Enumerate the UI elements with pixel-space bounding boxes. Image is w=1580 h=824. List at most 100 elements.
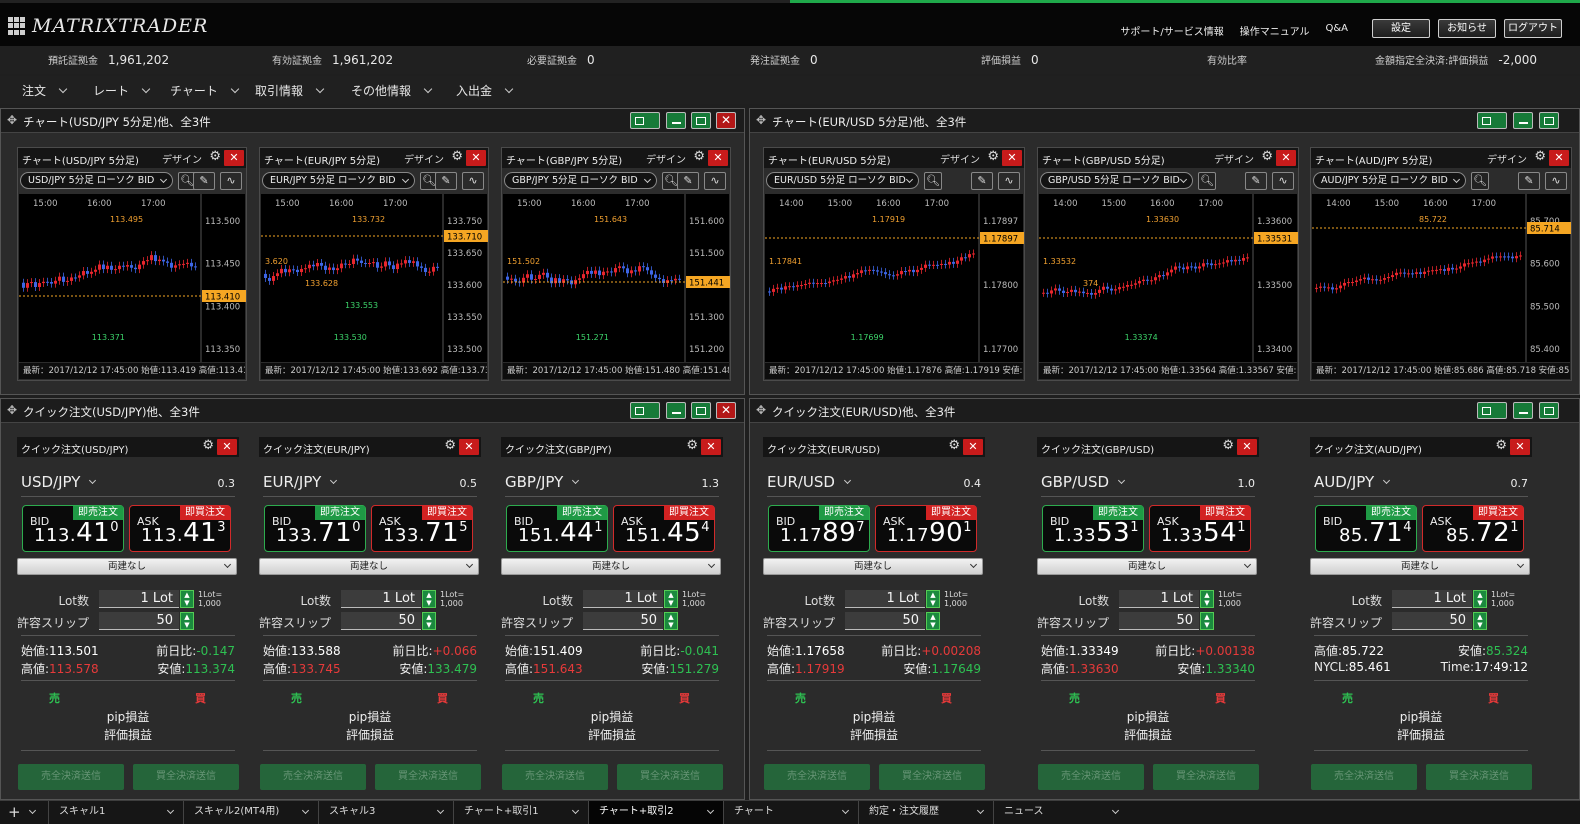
link-qa[interactable]: Q&A bbox=[1325, 23, 1348, 38]
section-header[interactable]: ✥ クイック注文(EUR/USD)他、全3件 bbox=[750, 399, 1579, 423]
symbol-select[interactable]: USD/JPY 5分足 ローソク BID bbox=[20, 172, 173, 189]
zoom-icon[interactable]: 🔍︎ bbox=[1198, 172, 1216, 190]
layout-dropdown-button[interactable] bbox=[1477, 112, 1507, 129]
gear-icon[interactable]: ⚙ bbox=[209, 149, 221, 164]
close-panel-button[interactable]: ✕ bbox=[459, 439, 479, 455]
pen-icon[interactable]: ✎ bbox=[1245, 172, 1267, 190]
candlestick-chart[interactable]: 14:0015:0016:0017:0085.70085.60085.50085… bbox=[1312, 194, 1571, 362]
link-manual[interactable]: 操作マニュアル bbox=[1240, 23, 1310, 38]
candlestick-chart[interactable]: 14:00 15:00 16:00 17:00 1.33600 1.33500 1.3340… bbox=[1039, 194, 1298, 362]
workspace-tab[interactable]: チャート+取引1 bbox=[453, 801, 588, 824]
maximize-button[interactable] bbox=[1539, 112, 1559, 129]
move-handle-icon[interactable]: ✥ bbox=[756, 114, 769, 127]
slippage-stepper[interactable]: ▲ ▼ bbox=[664, 612, 678, 630]
link-support[interactable]: サポート/サービス情報 bbox=[1120, 23, 1223, 38]
slippage-input[interactable]: 50 bbox=[1392, 612, 1472, 630]
close-all-buy-button[interactable]: 買全決済送信 bbox=[133, 764, 239, 790]
pen-icon[interactable]: ✎ bbox=[971, 172, 993, 190]
maximize-button[interactable] bbox=[1539, 402, 1559, 419]
hedge-select[interactable]: 両建なし bbox=[763, 558, 983, 575]
close-all-sell-button[interactable]: 売全決済送信 bbox=[1038, 764, 1144, 790]
pair-select[interactable]: USD/JPY bbox=[21, 473, 97, 491]
symbol-select[interactable]: GBP/USD 5分足 ローソク BID bbox=[1040, 172, 1193, 189]
pen-icon[interactable]: ✎ bbox=[435, 172, 457, 190]
pair-select[interactable]: EUR/USD bbox=[767, 473, 852, 491]
workspace-tab[interactable]: チャート bbox=[723, 801, 858, 824]
slippage-input[interactable]: 50 bbox=[583, 612, 663, 630]
gear-icon[interactable]: ⚙ bbox=[948, 438, 960, 453]
close-panel-button[interactable]: ✕ bbox=[224, 150, 244, 166]
minimize-button[interactable] bbox=[1513, 402, 1533, 419]
slippage-stepper[interactable]: ▲ ▼ bbox=[1200, 612, 1214, 630]
close-all-sell-button[interactable]: 売全決済送信 bbox=[1311, 764, 1417, 790]
lot-input[interactable]: 1 Lot bbox=[1392, 590, 1472, 608]
ask-buy-button[interactable]: ASK 即買注文 1.17901 bbox=[875, 505, 977, 552]
lot-input[interactable]: 1 Lot bbox=[845, 590, 925, 608]
workspace-tab[interactable]: 約定・注文履歴 bbox=[858, 801, 993, 824]
indicator-icon[interactable]: ∿ bbox=[998, 172, 1020, 190]
hedge-select[interactable]: 両建なし bbox=[501, 558, 721, 575]
candlestick-chart[interactable]: 15:00 16:00 17:00 113.500 113.450 113.400 113.… bbox=[19, 194, 246, 362]
close-all-buy-button[interactable]: 買全決済送信 bbox=[879, 764, 985, 790]
move-handle-icon[interactable]: ✥ bbox=[756, 404, 769, 417]
symbol-select[interactable]: AUD/JPY 5分足 ローソク BID bbox=[1313, 172, 1466, 189]
symbol-select[interactable]: GBP/JPY 5分足 ローソク BID bbox=[504, 172, 657, 189]
minimize-button[interactable] bbox=[666, 112, 686, 129]
lot-input[interactable]: 1 Lot bbox=[341, 590, 421, 608]
bid-sell-button[interactable]: BID 即売注文 113.410 bbox=[22, 505, 124, 552]
minimize-button[interactable] bbox=[666, 402, 686, 419]
pair-select[interactable]: GBP/JPY bbox=[505, 473, 580, 491]
menu-item[interactable]: 入出金 bbox=[456, 82, 514, 99]
lot-stepper[interactable]: ▲ ▼ bbox=[422, 590, 436, 608]
slippage-input[interactable]: 50 bbox=[1119, 612, 1199, 630]
menu-item[interactable]: その他情報 bbox=[351, 82, 433, 99]
settings-button[interactable]: 設定 bbox=[1372, 19, 1430, 38]
design-link[interactable]: デザイン bbox=[162, 151, 202, 166]
lot-input[interactable]: 1 Lot bbox=[583, 590, 663, 608]
indicator-icon[interactable]: ∿ bbox=[1545, 172, 1567, 190]
symbol-select[interactable]: EUR/JPY 5分足 ローソク BID bbox=[262, 172, 415, 189]
move-handle-icon[interactable]: ✥ bbox=[7, 404, 20, 417]
close-all-buy-button[interactable]: 買全決済送信 bbox=[617, 764, 723, 790]
close-all-sell-button[interactable]: 売全決済送信 bbox=[764, 764, 870, 790]
workspace-tab[interactable]: スキャル1 bbox=[48, 801, 183, 824]
close-all-sell-button[interactable]: 売全決済送信 bbox=[502, 764, 608, 790]
gear-icon[interactable]: ⚙ bbox=[1534, 149, 1546, 164]
close-all-buy-button[interactable]: 買全決済送信 bbox=[1426, 764, 1532, 790]
gear-icon[interactable]: ⚙ bbox=[202, 438, 214, 453]
pair-select[interactable]: EUR/JPY bbox=[263, 473, 338, 491]
design-link[interactable]: デザイン bbox=[646, 151, 686, 166]
close-section-button[interactable]: ✕ bbox=[716, 402, 736, 419]
bid-sell-button[interactable]: BID 即売注文 1.17897 bbox=[768, 505, 870, 552]
layout-dropdown-button[interactable] bbox=[630, 402, 660, 419]
lot-stepper[interactable]: ▲ ▼ bbox=[664, 590, 678, 608]
minimize-button[interactable] bbox=[1513, 112, 1533, 129]
ask-buy-button[interactable]: ASK 即買注文 85.721 bbox=[1422, 505, 1524, 552]
pen-icon[interactable]: ✎ bbox=[677, 172, 699, 190]
workspace-tab[interactable]: スキャル3 bbox=[318, 801, 453, 824]
chevron-down-icon[interactable] bbox=[28, 806, 37, 815]
lot-stepper[interactable]: ▲ ▼ bbox=[1200, 590, 1214, 608]
design-link[interactable]: デザイン bbox=[404, 151, 444, 166]
close-all-sell-button[interactable]: 売全決済送信 bbox=[18, 764, 124, 790]
menu-item[interactable]: レート bbox=[93, 82, 151, 99]
logout-button[interactable]: ログアウト bbox=[1504, 19, 1562, 38]
hedge-select[interactable]: 両建なし bbox=[1037, 558, 1257, 575]
pen-icon[interactable]: ✎ bbox=[193, 172, 215, 190]
ask-buy-button[interactable]: ASK 即買注文 151.454 bbox=[613, 505, 715, 552]
gear-icon[interactable]: ⚙ bbox=[693, 149, 705, 164]
maximize-button[interactable] bbox=[691, 402, 711, 419]
maximize-button[interactable] bbox=[691, 112, 711, 129]
slippage-stepper[interactable]: ▲ ▼ bbox=[1473, 612, 1487, 630]
design-link[interactable]: デザイン bbox=[1214, 151, 1254, 166]
indicator-icon[interactable]: ∿ bbox=[1272, 172, 1294, 190]
zoom-icon[interactable]: 🔍︎ bbox=[1471, 172, 1489, 190]
workspace-tab[interactable]: スキャル2(MT4用) bbox=[183, 801, 318, 824]
candlestick-chart[interactable]: 15:00 16:00 17:00 133.750 133.650 133.600 133.… bbox=[261, 194, 488, 362]
gear-icon[interactable]: ⚙ bbox=[1261, 149, 1273, 164]
menu-item[interactable]: チャート bbox=[170, 82, 240, 99]
pen-icon[interactable]: ✎ bbox=[1518, 172, 1540, 190]
lot-stepper[interactable]: ▲ ▼ bbox=[926, 590, 940, 608]
gear-icon[interactable]: ⚙ bbox=[987, 149, 999, 164]
close-panel-button[interactable]: ✕ bbox=[1276, 150, 1296, 166]
